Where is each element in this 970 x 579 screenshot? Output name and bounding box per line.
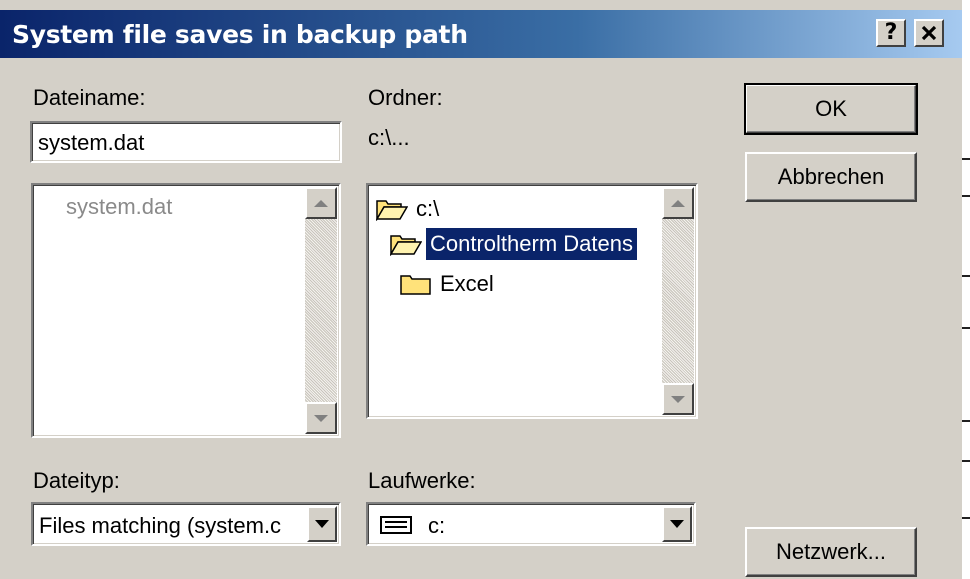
folder-label: Ordner: [368,85,443,110]
file-type-dropdown-button[interactable] [307,506,337,542]
file-list-item[interactable]: system.dat [66,194,172,220]
current-folder-path: c:\... [368,125,410,150]
scroll-up-button[interactable] [305,187,337,219]
cancel-button[interactable]: Abbrechen [745,152,917,202]
file-type-select[interactable]: Files matching (system.c [31,502,341,546]
up-arrow-icon [314,199,328,207]
folder-item-controltherm[interactable]: Controltherm Datens [390,226,660,262]
file-name-label: Dateiname: [33,85,146,110]
edge-tick [962,420,970,422]
edge-tick [962,517,970,519]
file-name-value: system.dat [38,130,145,155]
folder-tree[interactable]: c:\ Controltherm Datens Excel [366,183,698,419]
folder-item-label: Controltherm Datens [426,228,637,260]
drive-dropdown-button[interactable] [662,506,692,542]
open-folder-icon [376,200,408,221]
edge-tick [962,195,970,197]
network-button[interactable]: Netzwerk... [745,527,917,577]
file-list-scrollbar[interactable] [305,187,337,434]
drive-value: c: [428,513,446,538]
folder-item-label: Excel [440,271,494,296]
folder-item-label: c:\ [416,196,440,221]
background-window-edge [962,0,970,579]
dialog-title: System file saves in backup path [12,20,468,49]
folder-tree-scrollbar[interactable] [662,187,694,415]
file-type-label: Dateityp: [33,468,120,493]
edge-tick [962,327,970,329]
file-name-input[interactable]: system.dat [30,121,342,163]
edge-tick [962,275,970,277]
file-type-value: Files matching (system.c [39,513,282,538]
edge-tick [962,460,970,462]
title-bar[interactable]: System file saves in backup path ? [0,10,962,58]
up-arrow-icon [671,199,685,207]
chevron-down-icon [315,520,329,528]
file-list[interactable]: system.dat [31,183,341,438]
chevron-down-icon [670,520,684,528]
down-arrow-icon [671,395,685,403]
close-icon [921,25,937,41]
down-arrow-icon [314,414,328,422]
folder-item-root[interactable]: c:\ [376,191,439,227]
open-folder-icon [390,235,422,256]
drives-label: Laufwerke: [368,468,476,493]
scroll-down-button[interactable] [305,402,337,434]
file-save-dialog: System file saves in backup path ? Datei… [0,0,965,579]
drive-icon [380,516,412,534]
folder-item-excel[interactable]: Excel [400,266,494,302]
close-button[interactable] [914,19,944,47]
drive-select[interactable]: c: [366,502,696,546]
folder-icon [400,275,431,295]
help-button[interactable]: ? [876,19,906,47]
scroll-down-button[interactable] [662,383,694,415]
edge-tick [962,158,970,160]
ok-button[interactable]: OK [744,83,918,135]
scroll-up-button[interactable] [662,187,694,219]
